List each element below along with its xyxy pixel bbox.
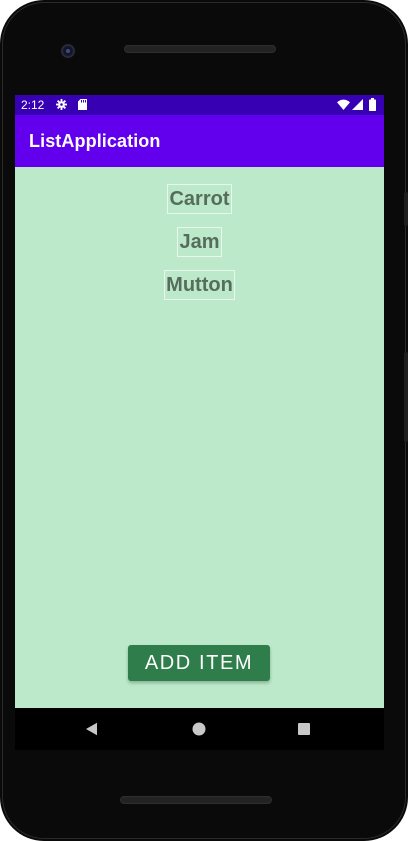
- list-item-carrot[interactable]: Carrot: [167, 184, 232, 214]
- power-button: [404, 192, 408, 226]
- item-list: Carrot Jam Mutton: [15, 184, 384, 313]
- cell-signal-icon: [352, 99, 363, 110]
- top-speaker: [124, 45, 276, 53]
- front-camera: [61, 44, 75, 58]
- list-item-jam[interactable]: Jam: [177, 227, 222, 257]
- bottom-speaker: [120, 796, 272, 804]
- app-screen: 2:12 ListApplication Carrot Jam Mutton A…: [15, 95, 384, 708]
- phone-frame: 2:12 ListApplication Carrot Jam Mutton A…: [0, 0, 408, 841]
- app-bar: ListApplication: [15, 115, 384, 167]
- add-item-button[interactable]: ADD ITEM: [128, 645, 270, 681]
- navigation-bar: [15, 708, 384, 750]
- settings-gear-icon: [56, 99, 67, 110]
- app-title: ListApplication: [29, 131, 161, 151]
- back-icon[interactable]: [85, 722, 99, 736]
- home-icon[interactable]: [192, 722, 206, 736]
- list-item-mutton[interactable]: Mutton: [164, 270, 235, 300]
- battery-icon: [369, 98, 376, 111]
- volume-rocker: [404, 352, 408, 442]
- sd-card-icon: [78, 99, 87, 110]
- status-time: 2:12: [21, 98, 45, 112]
- status-bar: 2:12: [15, 95, 384, 115]
- recents-icon[interactable]: [298, 723, 310, 735]
- wifi-icon: [337, 99, 350, 110]
